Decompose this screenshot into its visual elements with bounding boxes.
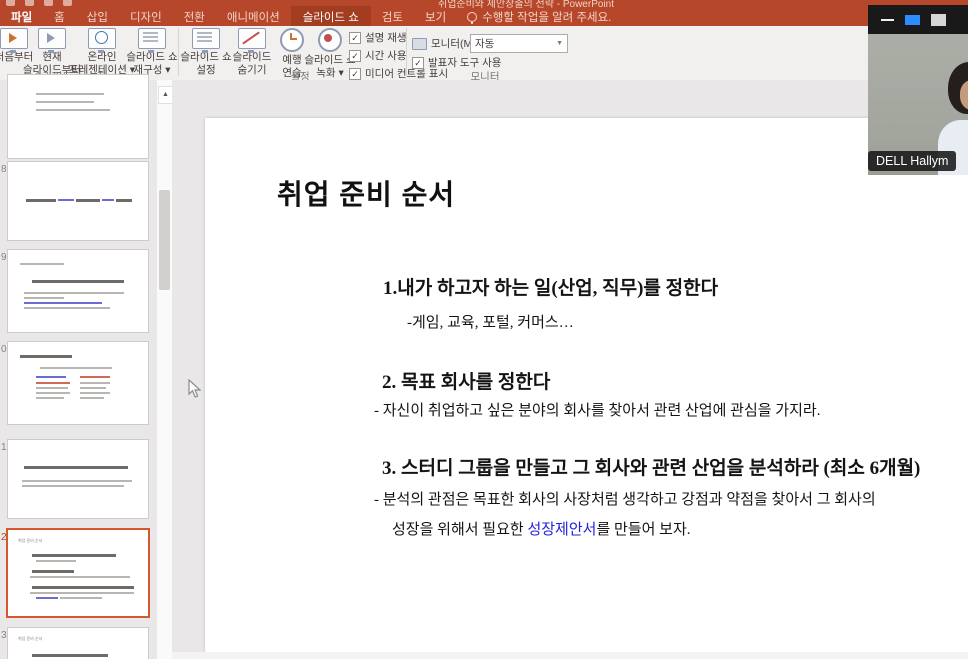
play-from-current-icon <box>38 28 66 49</box>
hide-slide-icon <box>238 28 266 49</box>
slide-item-3: 3. 스터디 그룹을 만들고 그 회사와 관련 산업을 분석하라 (최소 6개월… <box>382 453 920 480</box>
slide-thumbnail-11[interactable]: 1 <box>8 440 148 518</box>
slide-thumbnail-10[interactable]: 0 <box>8 342 148 424</box>
participant-name-badge: DELL Hallym <box>868 151 956 171</box>
tell-me-box[interactable]: 수행할 작업을 알려 주세요. <box>457 9 611 25</box>
slide-item-1-sub: -게임, 교육, 포털, 커머스… <box>407 311 574 332</box>
thumbnail-title: 취업 준비 순서 <box>18 636 42 642</box>
slide-number: 3 <box>1 630 7 641</box>
thumbnail-title: 취업 준비 순서 <box>18 538 42 544</box>
tab-view[interactable]: 보기 <box>414 7 457 27</box>
checkbox-check-icon: ✓ <box>349 50 361 62</box>
maximize-icon[interactable] <box>931 14 946 26</box>
undo-icon[interactable] <box>25 0 34 6</box>
ribbon-divider <box>178 28 179 76</box>
slide-item-3-sub2: 성장을 위해서 필요한 성장제안서를 만들어 보자. <box>392 518 691 539</box>
scroll-up-arrow-icon[interactable]: ▲ <box>158 86 173 104</box>
chevron-down-icon: ▼ <box>556 40 563 47</box>
slide-thumbnail-13[interactable]: 3 취업 준비 순서 <box>8 628 148 659</box>
custom-slideshow-button[interactable]: 슬라이드 쇼재구성 ▾ <box>128 28 176 76</box>
ribbon: 처음부터 현재슬라이드부터 온라인프레젠테이션 ▾ 슬라이드 쇼재구성 ▾ 슬라… <box>0 26 968 81</box>
custom-show-icon <box>138 28 166 49</box>
slide-number: 0 <box>1 344 7 355</box>
title-bar: 취업준비와 제안창출의 전략 - PowerPoint 파일 홈 삽입 디자인 … <box>0 0 968 26</box>
thumbnail-scrollbar[interactable]: ▲ <box>157 80 172 659</box>
lightbulb-icon <box>467 12 477 22</box>
tab-file[interactable]: 파일 <box>0 7 43 27</box>
tab-transitions[interactable]: 전환 <box>173 7 216 27</box>
tab-review[interactable]: 검토 <box>371 7 414 27</box>
setup-slideshow-icon <box>192 28 220 49</box>
webcam-overlay-window[interactable]: DELL Hallym <box>868 5 968 175</box>
start-show-icon[interactable] <box>63 0 72 6</box>
slide-item-2-sub: - 자신이 취업하고 싶은 분야의 회사를 찾아서 관련 산업에 관심을 가지라… <box>374 399 820 420</box>
powerpoint-window: 취업준비와 제안창출의 전략 - PowerPoint 파일 홈 삽입 디자인 … <box>0 0 968 659</box>
tab-slideshow[interactable]: 슬라이드 쇼 <box>291 6 371 28</box>
setup-slideshow-button[interactable]: 슬라이드 쇼설정 <box>182 28 230 76</box>
restore-window-icon[interactable] <box>905 15 920 25</box>
webcam-video-feed: DELL Hallym <box>868 34 968 175</box>
tab-design[interactable]: 디자인 <box>119 7 173 27</box>
slide-title: 취업 준비 순서 <box>277 173 455 213</box>
minimize-icon[interactable] <box>881 19 894 21</box>
record-slideshow-icon <box>318 28 342 52</box>
redo-icon[interactable] <box>44 0 53 6</box>
mouse-cursor <box>188 379 202 399</box>
ribbon-tabs: 파일 홈 삽입 디자인 전환 애니메이션 슬라이드 쇼 검토 보기 수행할 작업… <box>0 8 611 26</box>
tab-home[interactable]: 홈 <box>43 7 76 27</box>
checkbox-check-icon: ✓ <box>349 68 361 80</box>
slide-thumbnail-9[interactable]: 9 <box>8 250 148 332</box>
monitor-icon <box>412 38 427 50</box>
slide-item-1: 1.내가 하고자 하는 일(산업, 직무)를 정한다 <box>383 273 718 300</box>
growth-proposal-link[interactable]: 성장제안서 <box>527 522 596 538</box>
bottom-strip <box>172 652 968 659</box>
slide-editing-area: 취업 준비 순서 1.내가 하고자 하는 일(산업, 직무)를 정한다 -게임,… <box>172 80 968 659</box>
quick-access-toolbar[interactable] <box>6 0 72 6</box>
slide-thumbnail-12-selected[interactable]: 2 취업 준비 순서 <box>8 530 148 616</box>
slide-thumbnail-7[interactable] <box>8 75 148 158</box>
online-presentation-icon <box>88 28 116 49</box>
slide-item-3-sub1: - 분석의 관점은 목표한 회사의 사장처럼 생각하고 강점과 약점을 찾아서 … <box>374 488 876 509</box>
play-from-beginning-icon <box>0 28 28 49</box>
checkbox-check-icon: ✓ <box>349 32 361 44</box>
slide-number: 1 <box>1 442 7 453</box>
tab-insert[interactable]: 삽입 <box>76 7 119 27</box>
slide-thumbnail-panel: 8 9 0 <box>0 80 172 659</box>
checkbox-check-icon: ✓ <box>412 57 424 69</box>
tab-animations[interactable]: 애니메이션 <box>216 7 291 27</box>
current-slide-canvas[interactable]: 취업 준비 순서 1.내가 하고자 하는 일(산업, 직무)를 정한다 -게임,… <box>205 118 968 652</box>
tell-me-label: 수행할 작업을 알려 주세요. <box>482 9 611 25</box>
slide-number: 2 <box>1 532 7 543</box>
save-icon[interactable] <box>6 0 15 6</box>
webcam-title-bar <box>868 5 968 34</box>
slide-number: 9 <box>1 252 7 263</box>
slide-number: 8 <box>1 164 7 175</box>
slide-thumbnail-8[interactable]: 8 <box>8 162 148 240</box>
ribbon-divider <box>406 28 407 76</box>
monitor-select[interactable]: 자동▼ <box>470 34 568 53</box>
scrollbar-thumb[interactable] <box>159 190 170 290</box>
slide-item-2: 2. 목표 회사를 정한다 <box>382 367 550 394</box>
rehearse-timings-icon <box>280 28 304 52</box>
use-presenter-view-checkbox[interactable]: ✓발표자 도구 사용 <box>412 55 501 70</box>
